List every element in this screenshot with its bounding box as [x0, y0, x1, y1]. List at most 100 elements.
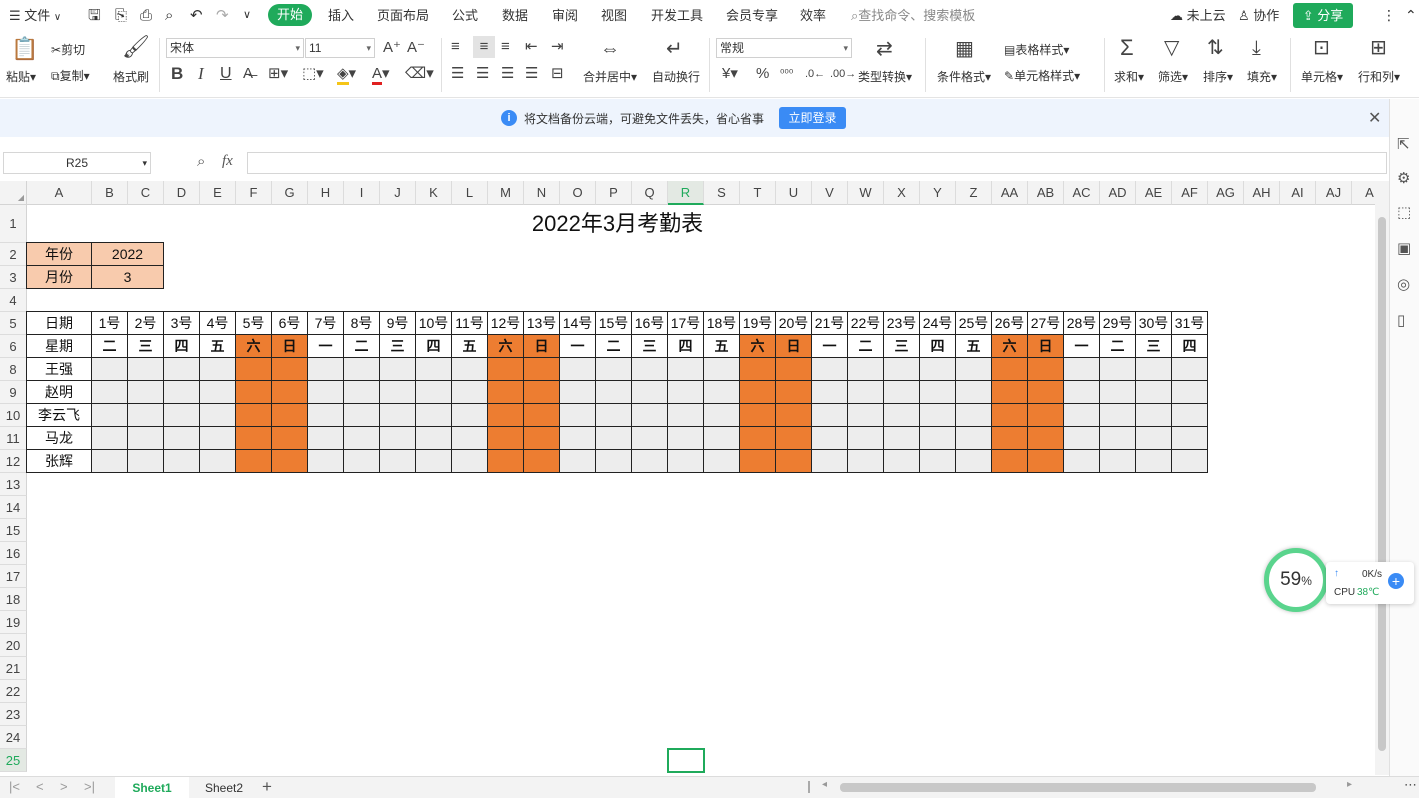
vertical-scroll-thumb[interactable] — [1378, 217, 1386, 751]
attendance-cell[interactable] — [596, 358, 632, 381]
name-box[interactable]: R25 ▾ — [3, 152, 151, 174]
weekday-cell[interactable]: 日 — [1028, 335, 1064, 358]
attendance-cell[interactable] — [488, 450, 524, 473]
attendance-cell[interactable] — [704, 358, 740, 381]
day-header-cell[interactable]: 6号 — [272, 312, 308, 335]
attendance-cell[interactable] — [416, 381, 452, 404]
row-header[interactable]: 6 — [0, 335, 27, 358]
tab-page-layout[interactable]: 页面布局 — [377, 0, 429, 32]
day-header-cell[interactable]: 17号 — [668, 312, 704, 335]
attendance-cell[interactable] — [272, 381, 308, 404]
filter-button[interactable]: 筛选▾ — [1158, 68, 1188, 85]
format-painter-button[interactable]: 格式刷 — [113, 68, 149, 85]
attendance-cell[interactable] — [1172, 404, 1208, 427]
weekday-cell[interactable]: 二 — [1100, 335, 1136, 358]
tab-review[interactable]: 审阅 — [552, 0, 578, 32]
attendance-cell[interactable] — [236, 404, 272, 427]
attendance-cell[interactable] — [992, 381, 1028, 404]
attendance-cell[interactable] — [488, 427, 524, 450]
attendance-cell[interactable] — [524, 404, 560, 427]
weekday-cell[interactable]: 四 — [920, 335, 956, 358]
employee-name-cell[interactable]: 马龙 — [27, 427, 92, 450]
vertical-scrollbar[interactable] — [1375, 181, 1389, 775]
command-search[interactable]: ⌕查找命令、搜索模板 — [851, 0, 975, 32]
cursor-icon[interactable]: ⇱ — [1397, 135, 1410, 153]
weekday-cell[interactable]: 五 — [956, 335, 992, 358]
attendance-cell[interactable] — [632, 381, 668, 404]
attendance-cell[interactable] — [632, 358, 668, 381]
attendance-cell[interactable] — [848, 358, 884, 381]
attendance-cell[interactable] — [1172, 381, 1208, 404]
day-header-cell[interactable]: 25号 — [956, 312, 992, 335]
fill-button[interactable]: 填充▾ — [1247, 68, 1277, 85]
strikethrough-icon[interactable]: A̶ — [243, 65, 253, 83]
align-bottom-icon[interactable]: ≡ — [501, 38, 510, 56]
conditional-format-icon[interactable]: ▦ — [955, 39, 974, 59]
attendance-cell[interactable] — [92, 450, 128, 473]
print-preview-icon[interactable]: ⌕ — [165, 0, 173, 32]
attendance-cell[interactable] — [1100, 404, 1136, 427]
attendance-cell[interactable] — [488, 404, 524, 427]
month-label-cell[interactable]: 月份 — [27, 266, 92, 289]
day-header-cell[interactable]: 31号 — [1172, 312, 1208, 335]
day-header-cell[interactable]: 9号 — [380, 312, 416, 335]
weekday-cell[interactable]: 五 — [452, 335, 488, 358]
attendance-cell[interactable] — [308, 358, 344, 381]
attendance-cell[interactable] — [776, 381, 812, 404]
attendance-cell[interactable] — [416, 450, 452, 473]
print-icon[interactable]: ⎙ — [140, 0, 152, 32]
justify-icon[interactable]: ☰ — [525, 65, 538, 83]
attendance-cell[interactable] — [524, 450, 560, 473]
column-header[interactable]: C — [128, 181, 164, 205]
row-header[interactable]: 12 — [0, 450, 27, 473]
column-header[interactable]: U — [776, 181, 812, 205]
cell-icon[interactable]: ⊡ — [1313, 38, 1330, 58]
sheet-title[interactable]: 2022年3月考勤表 — [27, 205, 1208, 243]
column-header[interactable]: F — [236, 181, 272, 205]
attendance-cell[interactable] — [812, 381, 848, 404]
column-header[interactable]: B — [92, 181, 128, 205]
attendance-cell[interactable] — [164, 358, 200, 381]
attendance-cell[interactable] — [920, 427, 956, 450]
column-header[interactable]: K — [416, 181, 452, 205]
attendance-cell[interactable] — [1028, 358, 1064, 381]
weekday-cell[interactable]: 四 — [416, 335, 452, 358]
column-header[interactable]: AH — [1244, 181, 1280, 205]
attendance-cell[interactable] — [920, 404, 956, 427]
weekday-cell[interactable]: 二 — [596, 335, 632, 358]
weekday-cell[interactable]: 四 — [164, 335, 200, 358]
attendance-cell[interactable] — [272, 427, 308, 450]
cloud-status[interactable]: ☁ 未上云 — [1170, 0, 1226, 32]
row-header[interactable]: 24 — [0, 726, 27, 749]
format-painter-icon[interactable]: 🖌 — [122, 36, 150, 58]
weekday-cell[interactable]: 日 — [524, 335, 560, 358]
attendance-cell[interactable] — [236, 427, 272, 450]
horizontal-scroll-thumb[interactable] — [840, 783, 1316, 792]
attendance-cell[interactable] — [524, 358, 560, 381]
attendance-cell[interactable] — [488, 358, 524, 381]
weekday-cell[interactable]: 二 — [92, 335, 128, 358]
attendance-cell[interactable] — [128, 404, 164, 427]
attendance-cell[interactable] — [128, 427, 164, 450]
column-header[interactable]: P — [596, 181, 632, 205]
day-header-cell[interactable]: 30号 — [1136, 312, 1172, 335]
weekday-cell[interactable]: 一 — [560, 335, 596, 358]
table-style-button[interactable]: ▤表格样式▾ — [1004, 41, 1069, 58]
column-header[interactable]: S — [704, 181, 740, 205]
weekday-cell[interactable]: 五 — [704, 335, 740, 358]
weekday-cell[interactable]: 三 — [1136, 335, 1172, 358]
font-name-select[interactable]: 宋体 — [166, 38, 304, 58]
weekday-cell[interactable]: 三 — [632, 335, 668, 358]
percent-icon[interactable]: % — [756, 65, 769, 83]
fill-down-icon[interactable]: ⤓ — [1252, 38, 1261, 58]
weekday-cell[interactable]: 一 — [812, 335, 848, 358]
row-header[interactable]: 21 — [0, 657, 27, 680]
column-header[interactable]: R — [668, 181, 704, 205]
login-button[interactable]: 立即登录 — [779, 107, 846, 129]
attendance-cell[interactable] — [740, 381, 776, 404]
attendance-cell[interactable] — [956, 358, 992, 381]
attendance-cell[interactable] — [956, 427, 992, 450]
attendance-cell[interactable] — [884, 450, 920, 473]
attendance-cell[interactable] — [452, 404, 488, 427]
column-header[interactable]: E — [200, 181, 236, 205]
